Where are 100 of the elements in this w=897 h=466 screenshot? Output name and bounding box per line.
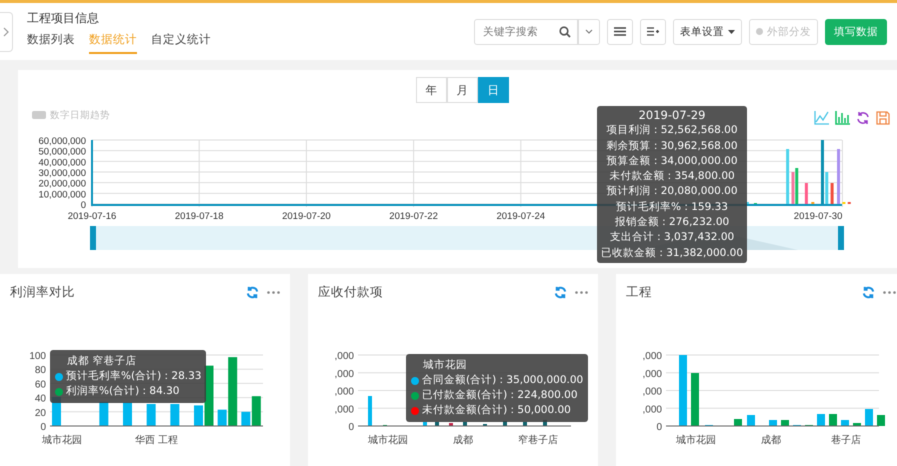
axis-label: 2019-07-30 [794, 211, 842, 222]
tooltip-line: 合同金额(合计) : 35,000,000.00 [422, 373, 584, 388]
tooltip-line: 已收款金额 : 31,382,000.00 [601, 246, 744, 261]
axis-label: 0 [656, 422, 662, 433]
bar [194, 405, 203, 426]
tab[interactable]: 自定义统计 [151, 32, 211, 54]
bar [435, 422, 439, 426]
axis-label: ,000 [642, 368, 662, 380]
period-tab[interactable]: 年 [416, 77, 447, 103]
search-icon [559, 26, 571, 38]
axis-label: 城市花园 [676, 435, 716, 446]
axis-label: ,000 [334, 386, 354, 398]
axis-label: 成都 [761, 435, 781, 446]
card-title: 工程 [626, 284, 652, 301]
axis-label: ,000 [642, 404, 662, 416]
bar [781, 420, 789, 426]
axis-label: ,000 [642, 386, 662, 398]
axis-label: 40,000,000 [38, 157, 86, 168]
search-field[interactable]: 关键字搜索 [474, 18, 578, 44]
bar [146, 404, 156, 426]
axis-label: 20 [34, 408, 46, 419]
card-title: 应收付款项 [318, 284, 383, 301]
axis-label: 40 [34, 394, 46, 405]
tooltip-line: 支出合计 : 3,037,432.00 [608, 230, 736, 246]
axis-label: 0 [80, 200, 86, 211]
tooltip-line: 预算金额 : 34,000,000.00 [606, 154, 739, 169]
axis-label: 成都 [453, 435, 473, 446]
bar [829, 414, 837, 426]
more-icon[interactable] [883, 291, 896, 294]
axis-label: 城市花园 [368, 435, 408, 446]
page-title: 工程项目信息 [27, 10, 100, 26]
bar [170, 404, 180, 426]
axis-label: 巷子店 [831, 435, 861, 446]
menu-icon [614, 27, 626, 36]
axis-label: 2019-07-16 [68, 211, 116, 222]
refresh-icon[interactable] [554, 286, 567, 299]
axis-label: 80 [34, 365, 46, 376]
tooltip-line: 报销金额 : 276,232.00 [614, 215, 730, 230]
tab[interactable]: 数据列表 [27, 32, 75, 54]
bar [123, 402, 132, 426]
axis-label: ,000 [334, 351, 354, 362]
axis-label: 100 [29, 351, 46, 362]
axis-label: 2019-07-20 [282, 211, 331, 222]
axis-label: 0 [40, 422, 46, 433]
chevron-right-icon [3, 26, 9, 36]
tooltip-line: 利润率%(合计) : 84.30 [66, 384, 180, 399]
axis-label: 华西 工程 [135, 435, 178, 446]
axis-label: 60,000,000 [38, 136, 86, 147]
list-view-button[interactable] [607, 18, 633, 44]
axis-label: 20,000,000 [38, 178, 86, 190]
bar [747, 415, 755, 426]
line-chart-icon[interactable] [814, 111, 829, 125]
axis-label: 30,000,000 [38, 168, 86, 179]
bar [841, 420, 849, 426]
caret-down-icon [728, 30, 735, 34]
refresh-icon[interactable] [856, 111, 870, 125]
tooltip-title: 2019-07-29 [638, 108, 706, 124]
form-settings-button[interactable]: 表单设置 [673, 18, 742, 44]
bar [786, 149, 790, 204]
tooltip-line: 未付款金额 : 354,800.00 [608, 169, 736, 184]
bar [837, 149, 840, 204]
tooltip-line: 预计利润 : 20,080,000.00 [606, 184, 739, 200]
bar [679, 355, 687, 426]
bar [769, 420, 777, 426]
caret-down-icon [585, 29, 593, 34]
more-icon[interactable] [575, 291, 588, 294]
axis-label: 10,000,000 [38, 189, 86, 200]
axis-label: 50,000,000 [38, 146, 86, 158]
axis-label: ,000 [334, 404, 354, 416]
bar [804, 183, 808, 204]
tooltip-title: 城市花园 [422, 358, 468, 373]
bar [423, 422, 427, 426]
bar [734, 419, 742, 426]
more-icon[interactable] [267, 291, 280, 294]
save-icon[interactable] [876, 111, 890, 125]
bar [830, 183, 834, 204]
axis-label: 60 [34, 379, 46, 390]
axis-label: 0 [348, 422, 354, 433]
refresh-icon[interactable] [862, 286, 875, 299]
tooltip-line: 项目利润 : 52,562,568.00 [606, 123, 739, 138]
list-add-icon [647, 27, 659, 36]
bar-chart-icon[interactable] [835, 111, 850, 125]
tooltip-line: 剩余预算 : 30,962,568.00 [606, 138, 739, 154]
period-tab[interactable]: 月 [447, 77, 478, 103]
bar [817, 414, 825, 426]
bar [463, 422, 467, 426]
bar [877, 415, 885, 426]
tooltip-line: 预计毛利率%(合计) : 28.33 [66, 369, 202, 384]
axis-label: ,000 [642, 351, 662, 362]
tooltip-line: 已付款金额(合计) : 224,800.00 [422, 388, 578, 403]
axis-label: ,000 [334, 368, 354, 380]
axis-label: 窄巷子店 [518, 435, 558, 446]
sidebar-toggle[interactable] [0, 12, 13, 52]
refresh-icon[interactable] [246, 286, 259, 299]
bar [691, 373, 699, 426]
add-column-button[interactable] [640, 18, 666, 44]
bar [865, 409, 873, 426]
bar [449, 423, 453, 426]
axis-label: 2019-07-22 [389, 211, 438, 222]
axis-label: 城市花园 [42, 435, 82, 446]
